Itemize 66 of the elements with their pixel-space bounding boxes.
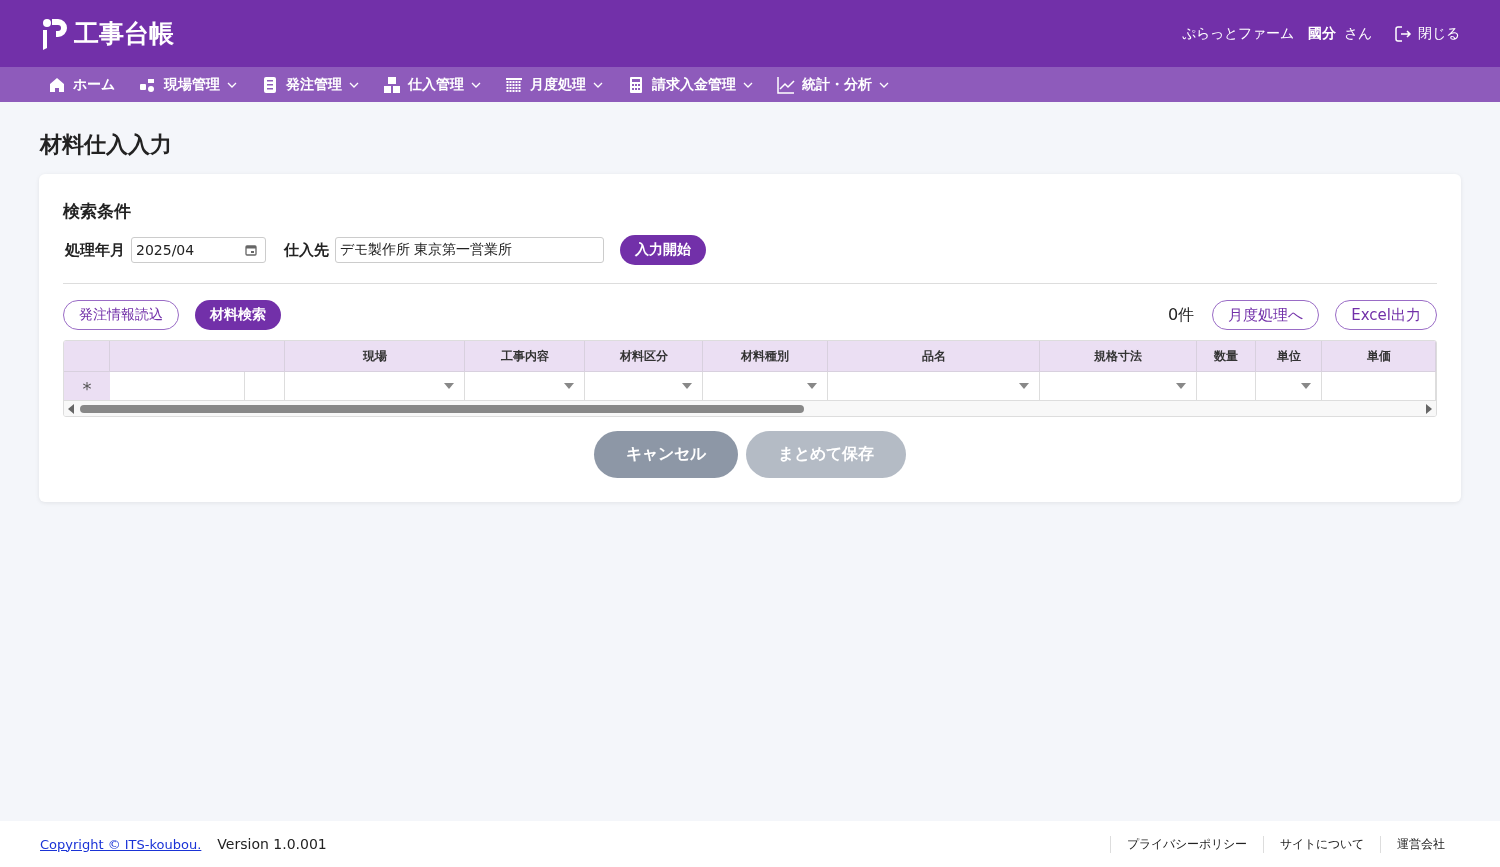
dropdown-icon — [1019, 383, 1029, 389]
month-field[interactable]: 2025/04 — [131, 237, 266, 263]
start-button[interactable]: 入力開始 — [620, 235, 706, 265]
version-text: Version 1.0.001 — [217, 836, 327, 852]
user-suffix: さん — [1344, 24, 1372, 43]
header-cell: 工事内容 — [465, 341, 585, 372]
scroll-thumb[interactable] — [80, 404, 804, 413]
horizontal-scrollbar[interactable] — [64, 400, 1436, 416]
nav-icon — [48, 75, 66, 94]
page-title: 材料仕入入力 — [40, 131, 173, 159]
header-cell: 規格寸法 — [1040, 341, 1197, 372]
header-cell: 材料種別 — [703, 341, 828, 372]
nav-icon — [261, 75, 279, 94]
app-title: 工事台帳 — [74, 18, 174, 50]
nav-item[interactable]: 統計・分析 — [777, 75, 889, 94]
header-cell: 現場 — [285, 341, 465, 372]
company-name: ぷらっとファーム — [1182, 24, 1294, 43]
header-cell — [64, 341, 110, 372]
header-cell: 数量 — [1197, 341, 1256, 372]
footer-link[interactable]: サイトについて — [1263, 835, 1380, 853]
record-count: 0件 — [1168, 304, 1195, 326]
nav-item[interactable]: 現場管理 — [139, 75, 237, 94]
nav-item[interactable]: 月度処理 — [505, 75, 603, 94]
logout-icon — [1394, 24, 1412, 43]
field-label: 処理年月 — [65, 240, 125, 260]
toolbar-button[interactable]: 月度処理へ — [1212, 300, 1320, 330]
nav-item[interactable]: 発注管理 — [261, 75, 359, 94]
toolbar-button[interactable]: 発注情報読込 — [63, 300, 179, 330]
chevron-down-icon — [879, 81, 889, 88]
dropdown-icon — [564, 383, 574, 389]
toolbar-button[interactable]: 材料検索 — [195, 300, 281, 330]
section-title: 検索条件 — [63, 200, 132, 223]
chevron-down-icon — [227, 81, 237, 88]
nav-icon — [383, 75, 401, 94]
chevron-down-icon — [471, 81, 481, 88]
dropdown-icon — [444, 383, 454, 389]
user-name: 國分 — [1308, 24, 1336, 43]
header-cell: 単位 — [1256, 341, 1322, 372]
logout-link[interactable]: 閉じる — [1394, 24, 1460, 43]
chevron-down-icon — [743, 81, 753, 88]
nav-item[interactable]: 請求入金管理 — [627, 75, 753, 94]
footer-link[interactable]: 運営会社 — [1380, 835, 1461, 853]
header-cell: 品名 — [828, 341, 1040, 372]
logo-icon — [42, 17, 68, 50]
supplier-field[interactable]: デモ製作所 東京第一営業所 — [335, 237, 604, 263]
footer-link[interactable]: プライバシーポリシー — [1110, 835, 1263, 853]
nav-icon — [627, 75, 645, 94]
dropdown-icon — [807, 383, 817, 389]
header-cell: 材料区分 — [585, 341, 703, 372]
nav-icon — [777, 75, 795, 94]
chevron-down-icon — [349, 81, 359, 88]
scroll-left-icon — [68, 403, 74, 414]
dropdown-icon — [1176, 383, 1186, 389]
header-cell: 単価 — [1322, 341, 1436, 372]
chevron-down-icon — [593, 81, 603, 88]
dropdown-icon — [682, 383, 692, 389]
calendar-icon — [245, 244, 257, 256]
dropdown-icon — [1301, 383, 1311, 389]
nav-icon — [505, 75, 523, 94]
field-label: 仕入先 — [284, 240, 329, 260]
toolbar-button[interactable]: Excel出力 — [1335, 300, 1437, 330]
nav-item[interactable]: ホーム — [48, 75, 115, 94]
nav-item[interactable]: 仕入管理 — [383, 75, 481, 94]
scroll-right-icon — [1426, 403, 1432, 414]
copyright-link[interactable]: Copyright © ITS-koubou. — [40, 836, 202, 852]
row-marker: * — [64, 372, 110, 400]
